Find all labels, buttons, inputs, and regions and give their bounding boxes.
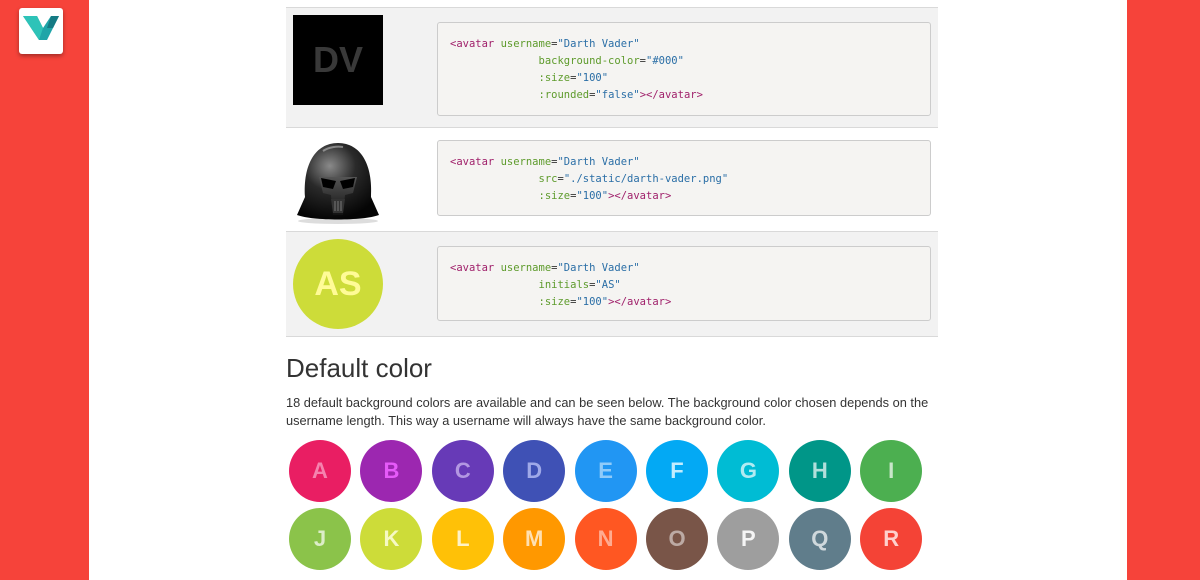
- avatar-g: G: [717, 440, 780, 502]
- avatar-darth-vader-image: [293, 135, 383, 225]
- code-token: initials: [538, 279, 590, 291]
- code-token: username: [500, 38, 552, 50]
- avatar-letter: G: [739, 458, 757, 483]
- avatar-k: K: [360, 508, 423, 570]
- code-token: "100": [576, 72, 609, 84]
- code-token: "100": [576, 190, 609, 202]
- avatar-initials: DV: [312, 39, 363, 80]
- avatar-letter: J: [313, 526, 327, 551]
- avatar-letter: K: [383, 526, 400, 551]
- avatar-letter: Q: [811, 526, 829, 551]
- avatar-r: R: [860, 508, 923, 570]
- avatar-b: B: [360, 440, 423, 502]
- avatar-letter: P: [741, 526, 756, 551]
- avatar-n: N: [574, 508, 637, 570]
- avatar-letter: M: [525, 526, 544, 551]
- avatar-h: H: [788, 440, 851, 502]
- avatar-as: AS: [293, 239, 383, 329]
- avatar-l: L: [431, 508, 494, 570]
- code-token: <avatar: [450, 38, 501, 50]
- code-token: :size: [538, 190, 571, 202]
- code-token: username: [500, 156, 552, 168]
- avatar-letter: E: [598, 458, 613, 483]
- avatar-letter: H: [811, 458, 828, 483]
- avatar-m: M: [503, 508, 566, 570]
- avatar-letter: B: [383, 458, 400, 483]
- code-token: :size: [538, 296, 571, 308]
- code-token: "./static/darth-vader.png": [563, 173, 729, 185]
- avatar-q: Q: [788, 508, 851, 570]
- code-token: "Darth Vader": [557, 156, 640, 168]
- code-token: <avatar: [450, 156, 501, 168]
- code-token: <avatar: [450, 262, 501, 274]
- avatar-a: A: [289, 440, 351, 502]
- avatar-f: F: [646, 440, 708, 502]
- darth-vader-helmet-icon: [297, 143, 379, 224]
- avatar-letter: L: [456, 526, 470, 551]
- code-token: ></avatar>: [608, 296, 672, 308]
- avatar-letter: A: [312, 458, 328, 483]
- logo-icon: [23, 16, 59, 40]
- avatar-letter: R: [883, 526, 900, 551]
- code-token: "false": [595, 89, 640, 101]
- code-token: "Darth Vader": [557, 38, 640, 50]
- avatar-letter: F: [670, 458, 684, 483]
- code-token: background-color: [538, 55, 640, 67]
- code-block: <avatar username="Darth Vader" initials=…: [437, 246, 931, 321]
- code-token: :rounded: [538, 89, 590, 101]
- avatar-j: J: [289, 508, 351, 570]
- avatar-letter: C: [454, 458, 471, 483]
- avatar-p: P: [717, 508, 780, 570]
- code-block: <avatar username="Darth Vader" backgroun…: [437, 22, 931, 116]
- avatar-c: C: [431, 440, 494, 502]
- code-token: ></avatar>: [639, 89, 703, 101]
- code-token: "AS": [595, 279, 621, 291]
- code-token: ></avatar>: [608, 190, 672, 202]
- code-token: username: [500, 262, 552, 274]
- code-token: "#000": [646, 55, 684, 67]
- code-token: "Darth Vader": [557, 262, 640, 274]
- example-row-image: <avatar username="Darth Vader" src="./st…: [286, 128, 938, 232]
- avatar-dv: DV: [293, 15, 383, 105]
- section-title: Default color: [286, 353, 432, 383]
- avatar-o: O: [646, 508, 708, 570]
- avatar-letter: I: [888, 458, 895, 483]
- code-token: :size: [538, 72, 571, 84]
- code-block: <avatar username="Darth Vader" src="./st…: [437, 140, 931, 216]
- avatar-letter: N: [597, 526, 614, 551]
- example-row-square: DV <avatar username="Darth Vader" backgr…: [286, 7, 938, 128]
- avatar-initials: AS: [314, 264, 362, 303]
- section-description: 18 default background colors are availab…: [286, 395, 929, 428]
- content-page: DV <avatar username="Darth Vader" backgr…: [89, 0, 1127, 580]
- avatar-e: E: [574, 440, 637, 502]
- avatar-letter: O: [668, 526, 686, 551]
- site-logo[interactable]: [19, 8, 63, 54]
- code-token: "100": [576, 296, 609, 308]
- avatar-letter: D: [526, 458, 543, 483]
- code-token: src: [538, 173, 558, 185]
- avatar-i: I: [860, 440, 923, 502]
- example-row-initials: AS <avatar username="Darth Vader" initia…: [286, 232, 938, 337]
- avatar-d: D: [503, 440, 566, 502]
